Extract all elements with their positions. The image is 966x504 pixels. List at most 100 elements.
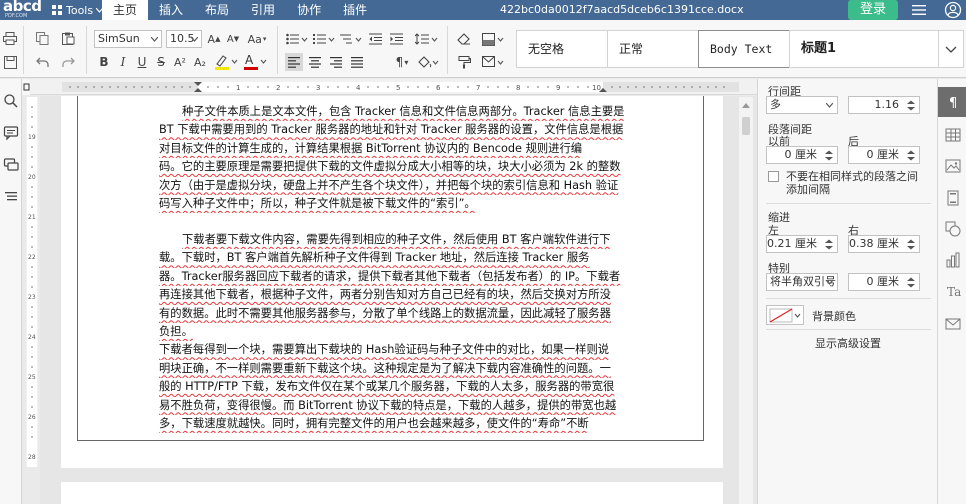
- decrease-indent-button[interactable]: [366, 30, 384, 48]
- paragraph-settings-icon[interactable]: ¶: [944, 93, 962, 111]
- indent-left-input[interactable]: 0.21 厘米: [766, 235, 838, 253]
- svg-text:2: 2: [276, 84, 280, 92]
- subscript-button[interactable]: A₂: [191, 53, 209, 71]
- tools-menu-button[interactable]: Tools: [52, 2, 104, 18]
- grow-font-button[interactable]: A ▲: [205, 30, 223, 48]
- line-spacing-value: 1.16: [874, 98, 900, 111]
- increase-indent-button[interactable]: [387, 30, 405, 48]
- chat-icon[interactable]: [3, 157, 19, 173]
- change-case-button[interactable]: Aa ▾: [245, 30, 269, 48]
- undo-button[interactable]: [33, 53, 51, 71]
- navigation-icon[interactable]: [3, 189, 19, 205]
- no-space-same-style-checkbox[interactable]: [768, 171, 779, 182]
- spacing-before-input[interactable]: 0 厘米: [766, 146, 838, 164]
- panel-divider: [766, 298, 931, 299]
- svg-text:25: 25: [28, 374, 36, 381]
- save-button[interactable]: [1, 53, 19, 71]
- highlight-color-button[interactable]: [213, 53, 239, 71]
- search-icon[interactable]: [3, 93, 19, 109]
- bold-button[interactable]: B: [95, 53, 113, 71]
- copy-icon: [35, 31, 48, 45]
- align-justify-button[interactable]: [348, 53, 366, 71]
- table-settings-icon[interactable]: [944, 126, 962, 144]
- chart-settings-icon[interactable]: [944, 251, 962, 269]
- shrink-font-button[interactable]: A ▼: [224, 30, 242, 48]
- hamburger-menu-icon[interactable]: [912, 4, 926, 16]
- bullet-list-button[interactable]: [285, 30, 309, 48]
- image-settings-icon[interactable]: [944, 157, 962, 175]
- paragraph-marks-button[interactable]: ¶ ▾: [390, 53, 414, 71]
- spinner-icon[interactable]: [825, 239, 833, 250]
- menu-tab-insert[interactable]: 插入: [148, 0, 194, 20]
- spinner-icon[interactable]: [825, 150, 833, 161]
- line-spacing-type-select[interactable]: 多: [766, 96, 838, 114]
- style-heading-1[interactable]: 标题1: [789, 30, 939, 68]
- strikethrough-button[interactable]: S: [152, 53, 170, 71]
- document-page-next[interactable]: [61, 482, 723, 504]
- redo-button[interactable]: [59, 53, 77, 71]
- style-normal[interactable]: 正常: [607, 30, 699, 68]
- document-canvas[interactable]: 种子文件本质上是文本文件，包含 Tracker 信息和文件信息两部分。Track…: [40, 96, 757, 504]
- font-color-button[interactable]: A: [242, 53, 268, 71]
- menu-tab-layout[interactable]: 布局: [194, 0, 240, 20]
- align-center-button[interactable]: [306, 53, 324, 71]
- document-scrollbar[interactable]: [739, 97, 753, 504]
- align-justify-icon: [351, 56, 363, 68]
- header-footer-settings-icon[interactable]: [944, 189, 962, 207]
- login-button[interactable]: 登录: [848, 0, 898, 20]
- shape-settings-icon[interactable]: [944, 220, 962, 238]
- horizontal-ruler[interactable]: 1 2 3 4 5 6 7 8 9 10: [22, 79, 757, 95]
- style-no-spacing[interactable]: 无空格: [516, 30, 608, 68]
- shading-button[interactable]: [416, 53, 440, 71]
- clear-formatting-button[interactable]: [455, 30, 473, 48]
- mail-merge-button[interactable]: [481, 53, 507, 71]
- numbered-list-button[interactable]: [312, 30, 336, 48]
- chevron-down-icon: ▾: [404, 57, 409, 67]
- app-logo[interactable]: abcd PDF.COM: [3, 0, 45, 19]
- superscript-button[interactable]: A²: [171, 53, 189, 71]
- special-indent-input[interactable]: 0 厘米: [848, 273, 920, 291]
- underline-button[interactable]: U: [133, 53, 151, 71]
- scroll-up-icon[interactable]: [742, 102, 750, 108]
- menu-tab-plugins[interactable]: 插件: [332, 0, 378, 20]
- copy-style-button[interactable]: [455, 53, 473, 71]
- paste-button[interactable]: [59, 29, 77, 47]
- styles-expand-button[interactable]: [938, 30, 964, 68]
- line-spacing-button[interactable]: [414, 30, 440, 48]
- line-spacing-value-input[interactable]: 1.16: [848, 96, 920, 114]
- scrollbar-thumb[interactable]: [742, 117, 750, 135]
- text-art-settings-icon[interactable]: Ta: [944, 282, 962, 300]
- font-size-select[interactable]: 10.5: [166, 30, 202, 48]
- style-body-text[interactable]: Body Text: [698, 30, 790, 68]
- menu-tab-home[interactable]: 主页: [102, 0, 149, 20]
- spinner-icon[interactable]: [907, 239, 915, 250]
- vertical-ruler[interactable]: 19 20 21 22 23 24 25 26 28: [26, 97, 38, 467]
- show-advanced-settings-link[interactable]: 显示高级设置: [758, 335, 938, 351]
- indent-right-input[interactable]: 0.38 厘米: [848, 235, 920, 253]
- tools-label: Tools: [66, 3, 94, 17]
- multilevel-list-button[interactable]: [339, 30, 363, 48]
- menu-tab-references[interactable]: 引用: [240, 0, 286, 20]
- spinner-icon[interactable]: [907, 100, 915, 111]
- italic-button[interactable]: I: [114, 53, 132, 71]
- align-right-icon: [330, 56, 342, 68]
- special-indent-select[interactable]: 将半角双引号: [766, 273, 838, 291]
- user-account-icon[interactable]: [944, 1, 962, 19]
- mail-merge-settings-icon[interactable]: [944, 315, 962, 333]
- comment-icon[interactable]: [3, 125, 19, 141]
- copy-button[interactable]: [33, 29, 51, 47]
- pilcrow-icon: ¶: [395, 55, 404, 69]
- font-name-select[interactable]: SimSun: [94, 30, 162, 48]
- align-right-button[interactable]: [327, 53, 345, 71]
- paragraph-1[interactable]: 种子文件本质上是文本文件，包含 Tracker 信息和文件信息两部分。Track…: [159, 103, 624, 213]
- borders-button[interactable]: [481, 30, 507, 48]
- document-page[interactable]: 种子文件本质上是文本文件，包含 Tracker 信息和文件信息两部分。Track…: [61, 96, 723, 468]
- background-color-picker[interactable]: [766, 305, 804, 325]
- menu-tab-collaborate[interactable]: 协作: [286, 0, 332, 20]
- paragraph-2[interactable]: 下载者要下载文件内容，需要先得到相应的种子文件，然后使用 BT 客户端软件进行下…: [159, 231, 624, 433]
- spinner-icon[interactable]: [907, 150, 915, 161]
- print-button[interactable]: [1, 29, 19, 47]
- spinner-icon[interactable]: [907, 277, 915, 288]
- align-left-button[interactable]: [285, 53, 303, 71]
- spacing-after-input[interactable]: 0 厘米: [848, 146, 920, 164]
